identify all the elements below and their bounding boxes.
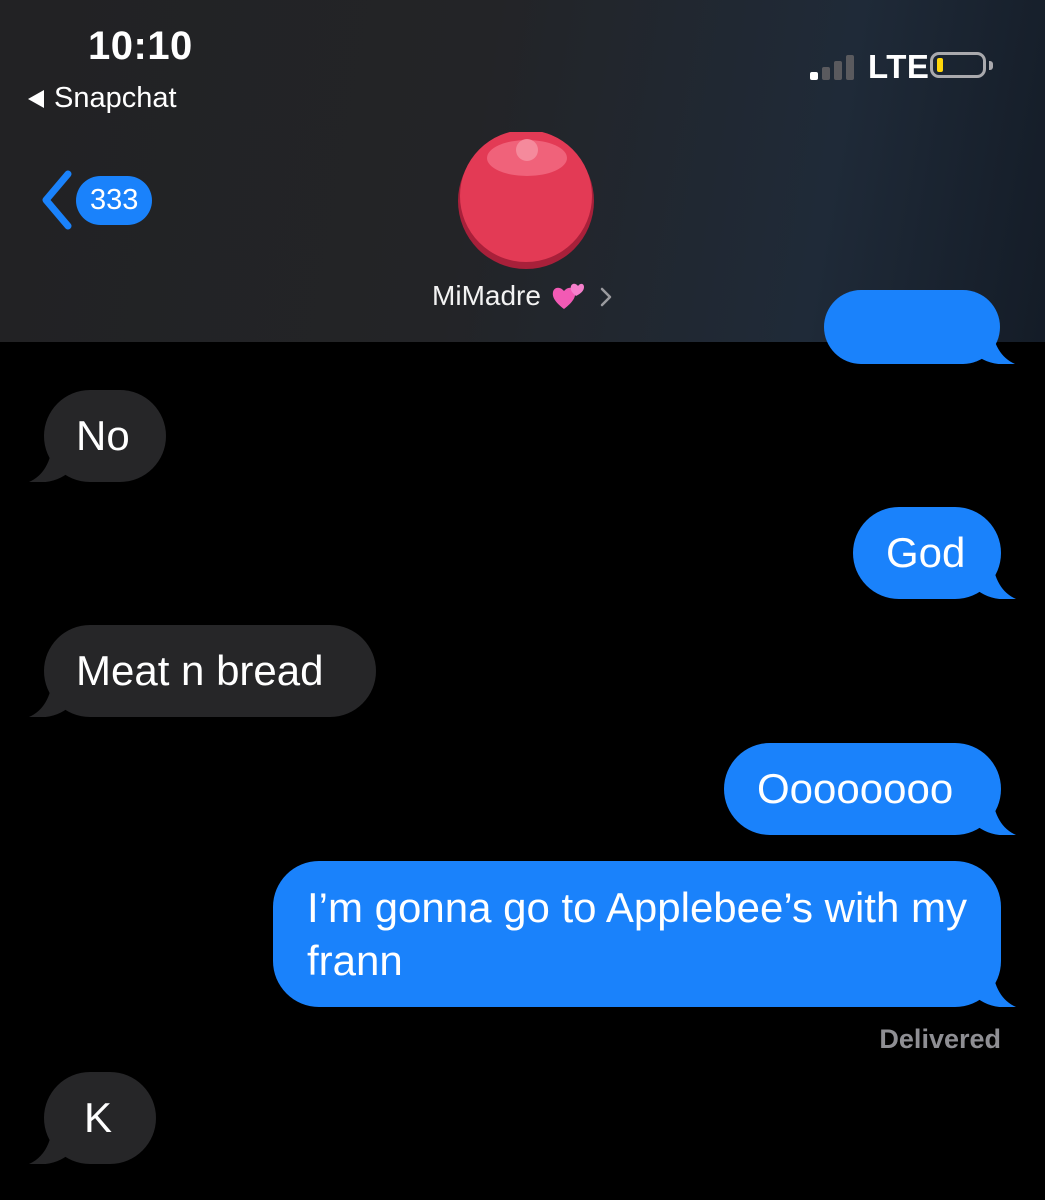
bubble-tail — [972, 795, 1016, 835]
signal-strength-icon — [810, 52, 854, 80]
message-bubble-received[interactable]: No — [29, 390, 166, 482]
message-text: I’m gonna go to Applebee’s with my frann — [307, 884, 967, 984]
contact-name: MiMadre — [432, 280, 541, 311]
chevron-left-icon — [42, 170, 72, 230]
back-app-label: Snapchat — [54, 82, 177, 114]
message-bubble-sent[interactable]: I’m gonna go to Applebee’s with my frann — [273, 861, 1016, 1007]
back-to-app-link[interactable]: Snapchat — [28, 82, 177, 115]
message-text: Oooooooo — [757, 765, 954, 812]
bubble-tail — [971, 324, 1015, 364]
bubble-tail — [29, 1124, 73, 1164]
delivery-status: Delivered — [879, 1024, 1001, 1054]
message-text: Meat n bread — [76, 647, 324, 694]
back-triangle-icon — [28, 89, 44, 108]
message-bubble-partial — [824, 290, 1015, 364]
bubble-tail — [972, 967, 1016, 1007]
message-text: No — [76, 412, 130, 459]
message-bubble-sent[interactable]: Oooooooo — [724, 743, 1016, 835]
bubble-tail — [29, 442, 73, 482]
battery-icon — [930, 52, 986, 78]
two-hearts-icon — [552, 283, 584, 309]
contact-avatar[interactable] — [457, 132, 595, 270]
message-bubble-received[interactable]: Meat n bread — [29, 625, 376, 717]
message-bubble-received[interactable]: K — [29, 1072, 156, 1164]
message-text: K — [84, 1094, 113, 1141]
back-button[interactable]: 333 — [40, 170, 153, 230]
chevron-right-icon — [600, 287, 612, 307]
status-time: 10:10 — [88, 24, 193, 68]
bubble-tail — [29, 677, 73, 717]
battery-level — [937, 58, 943, 72]
message-bubble-sent[interactable]: God — [853, 507, 1016, 599]
bubble-tail — [972, 559, 1016, 599]
network-type: LTE — [868, 48, 930, 85]
unread-count-badge: 333 — [76, 175, 153, 225]
battery-cap — [989, 61, 993, 70]
message-text: God — [886, 529, 966, 576]
